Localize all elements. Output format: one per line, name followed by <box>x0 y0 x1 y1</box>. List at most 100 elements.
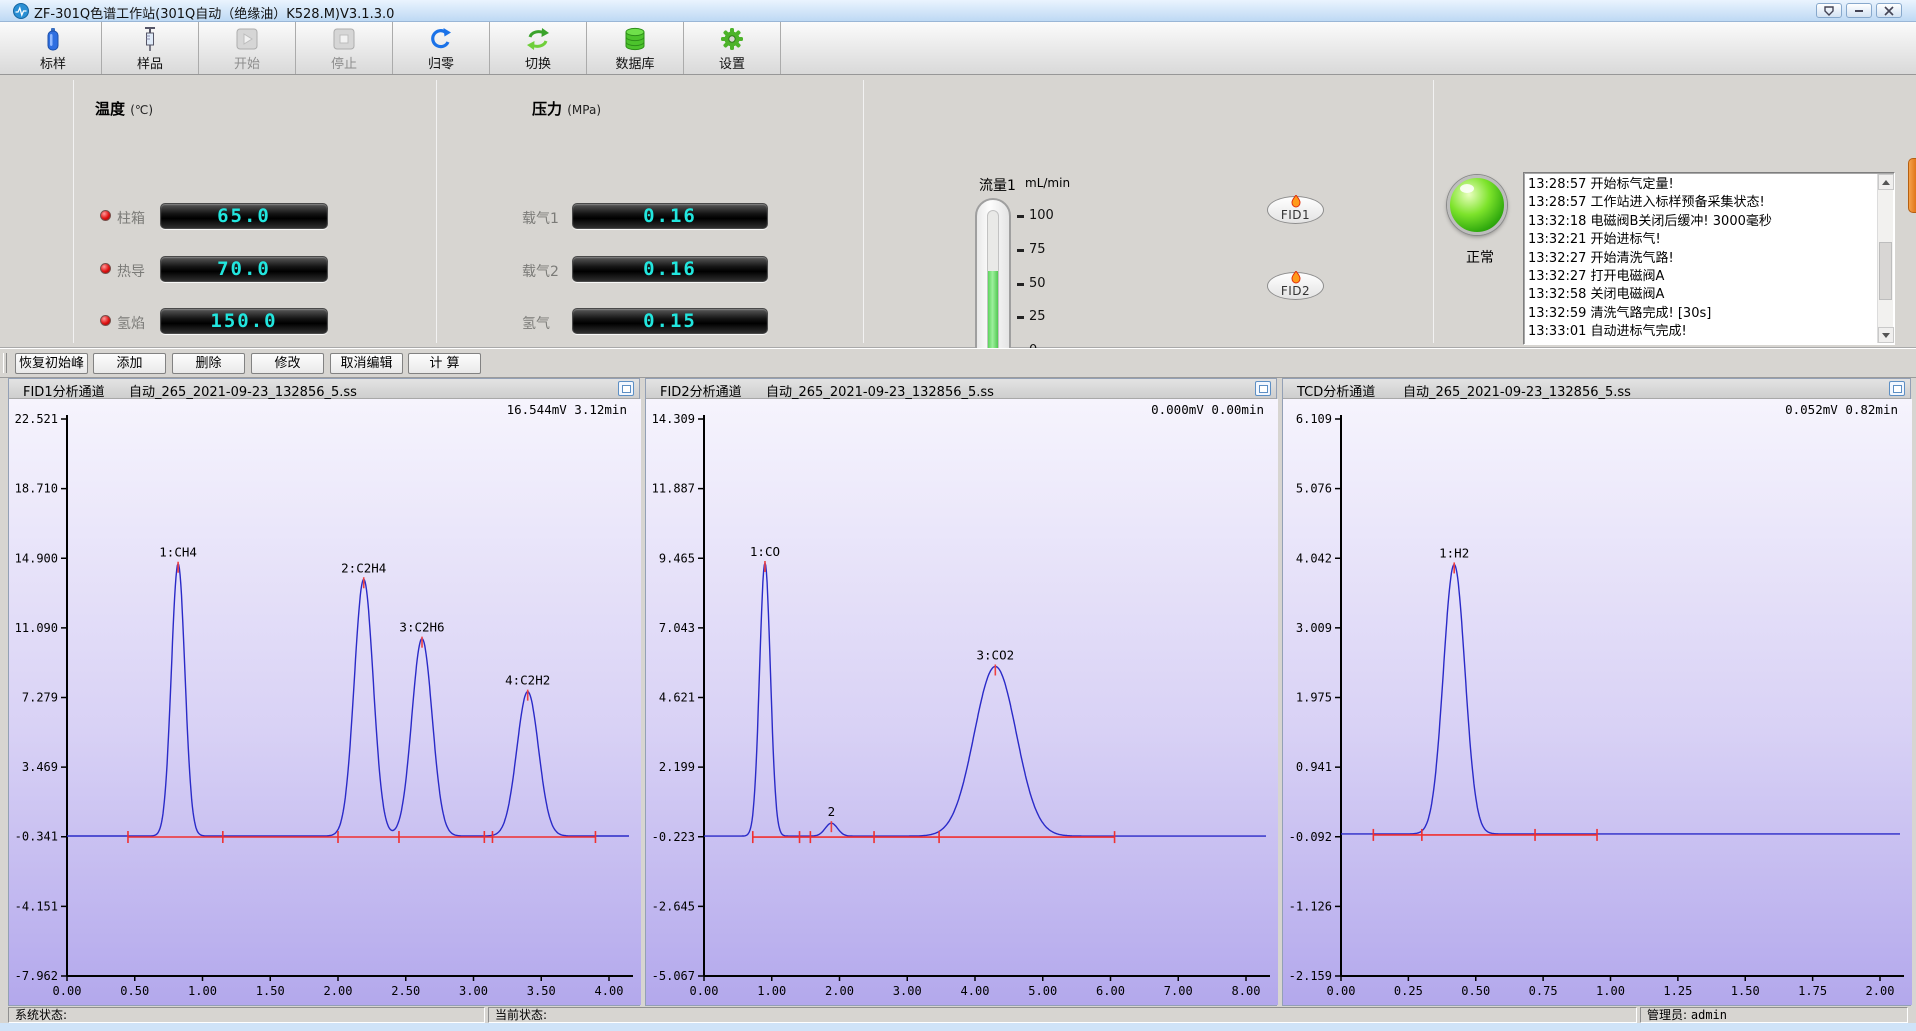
toolbar-item-label: 归零 <box>393 53 489 72</box>
toolbar-gripper[interactable] <box>3 353 7 373</box>
svg-text:1.25: 1.25 <box>1663 984 1692 998</box>
chart-corner-readout: 16.544mV 3.12min <box>507 402 627 417</box>
toolbar-item-label: 停止 <box>296 53 392 72</box>
edit-button-2[interactable]: 添加 <box>93 353 166 374</box>
scroll-up-icon[interactable] <box>1878 174 1894 190</box>
chart-filename: 自动_265_2021-09-23_132856_5.ss <box>766 381 994 400</box>
pin-tray-icon[interactable] <box>1816 3 1842 18</box>
toolbar-stop-button[interactable]: 停止 <box>296 22 393 74</box>
svg-text:0.941: 0.941 <box>1296 760 1332 774</box>
edit-button-6[interactable]: 计 算 <box>408 353 481 374</box>
log-line: 13:33:01 自动进标气完成! <box>1528 323 1874 341</box>
flame-icon <box>1268 271 1323 284</box>
svg-text:6.00: 6.00 <box>1096 984 1125 998</box>
chart-panel-tcd: TCD分析通道自动_265_2021-09-23_132856_5.ss0.05… <box>1282 378 1911 1006</box>
pressure-label: 载气2 <box>522 261 559 281</box>
instrument-panel: 温度 (℃) 柱箱 65.0 热导 70.0 氢焰 150.0 转化 361.0… <box>0 75 1916 348</box>
toolbar-database-button[interactable]: 数据库 <box>587 22 684 74</box>
section-divider <box>863 80 864 343</box>
toolbar-zero-button[interactable]: 归零 <box>393 22 490 74</box>
temp-label: 柱箱 <box>117 208 145 228</box>
svg-text:3.50: 3.50 <box>527 984 556 998</box>
detector-badge-fid1[interactable]: FID1 <box>1267 196 1324 224</box>
toolbar-switch-button[interactable]: 切换 <box>490 22 587 74</box>
pressure-display-hydrogen: 0.15 <box>572 308 768 334</box>
log-line: 13:32:59 清洗气路完成! [30s] <box>1528 305 1874 323</box>
chart-title: TCD分析通道 <box>1297 381 1375 400</box>
svg-text:3.469: 3.469 <box>22 760 58 774</box>
log-line: 13:28:57 工作站进入标样预备采集状态! <box>1528 194 1874 212</box>
pressure-label: 氢气 <box>522 313 550 333</box>
minimize-icon[interactable] <box>1846 3 1872 18</box>
svg-text:18.710: 18.710 <box>15 482 58 496</box>
scroll-down-icon[interactable] <box>1878 327 1894 343</box>
gas-cylinder-icon <box>5 25 101 53</box>
status-light-green <box>1447 175 1507 235</box>
svg-text:-7.962: -7.962 <box>15 969 58 983</box>
edit-button-1[interactable]: 恢复初始峰 <box>15 353 88 374</box>
admin-label: 管理员: <box>1647 1008 1687 1022</box>
temp-display-fid: 150.0 <box>160 308 328 334</box>
chart-panel-fid1: FID1分析通道自动_265_2021-09-23_132856_5.ss16.… <box>8 378 640 1006</box>
pressure-unit: (MPa) <box>567 103 601 117</box>
svg-text:2.00: 2.00 <box>825 984 854 998</box>
scrollbar-thumb[interactable] <box>1879 242 1892 300</box>
pressure-display-carrier1: 0.16 <box>572 203 768 229</box>
log-line: 13:32:58 关闭电磁阀A <box>1528 286 1874 304</box>
close-icon[interactable] <box>1876 3 1902 18</box>
edit-button-4[interactable]: 修改 <box>251 353 324 374</box>
svg-text:7.279: 7.279 <box>22 691 58 705</box>
svg-text:6.109: 6.109 <box>1296 412 1332 426</box>
gauge-tick-label: 75 <box>1029 242 1046 257</box>
edit-button-3[interactable]: 删除 <box>172 353 245 374</box>
maximize-chart-icon[interactable] <box>618 381 634 396</box>
switch-icon <box>490 25 586 53</box>
pressure-row-carrier2: 载气2 0.16 <box>522 256 772 282</box>
chart-title: FID1分析通道 <box>23 381 105 400</box>
temp-label: 热导 <box>117 261 145 281</box>
toolbar-sample-button[interactable]: 样品 <box>102 22 199 74</box>
titlebar: ZF-301Q色谱工作站(301Q自动（绝缘油）K528.M)V3.1.3.0 <box>0 0 1916 22</box>
event-log[interactable]: 13:28:57 开始标气定量!13:28:57 工作站进入标样预备采集状态! 1… <box>1523 172 1895 345</box>
temperature-section-title: 温度 (℃) <box>95 98 153 119</box>
pressure-display-carrier2: 0.16 <box>572 256 768 282</box>
maximize-chart-icon[interactable] <box>1889 381 1905 396</box>
log-line: 13:28:57 开始标气定量! <box>1528 176 1874 194</box>
toolbar-standard-sample-button[interactable]: 标样 <box>5 22 102 74</box>
edit-button-5[interactable]: 取消编辑 <box>330 353 403 374</box>
svg-text:1.00: 1.00 <box>188 984 217 998</box>
window-bottom-edge <box>0 1023 1916 1031</box>
detector-label: FID2 <box>1268 284 1323 298</box>
chart-header: TCD分析通道 自动_265_2021-09-23_132856_5.ss <box>1283 379 1910 399</box>
svg-text:-5.067: -5.067 <box>652 969 695 983</box>
svg-text:0.00: 0.00 <box>690 984 719 998</box>
peak-label: 4:C2H2 <box>505 673 550 688</box>
side-panel-handle[interactable] <box>1908 158 1916 213</box>
gear-icon <box>684 25 780 53</box>
temperature-unit: (℃) <box>130 103 153 117</box>
toolbar-start-button[interactable]: 开始 <box>199 22 296 74</box>
detector-badge-fid2[interactable]: FID2 <box>1267 272 1324 300</box>
chart-title: FID2分析通道 <box>660 381 742 400</box>
section-divider <box>73 80 74 343</box>
maximize-chart-icon[interactable] <box>1255 381 1271 396</box>
flow-gauge-label: 流量1 <box>979 175 1016 195</box>
svg-text:2.50: 2.50 <box>391 984 420 998</box>
svg-text:2.00: 2.00 <box>1866 984 1895 998</box>
toolbar-settings-button[interactable]: 设置 <box>684 22 781 74</box>
app-logo-icon <box>13 3 29 19</box>
svg-text:-0.092: -0.092 <box>1289 830 1332 844</box>
gauge-tick <box>1017 316 1024 319</box>
flow-gauge-unit: mL/min <box>1025 176 1070 190</box>
peak-label: 1:H2 <box>1439 545 1469 560</box>
temp-row-oven: 柱箱 65.0 <box>100 203 330 229</box>
svg-text:0.00: 0.00 <box>1327 984 1356 998</box>
svg-text:3.009: 3.009 <box>1296 621 1332 635</box>
red-led-icon <box>100 263 111 274</box>
svg-text:4.00: 4.00 <box>961 984 990 998</box>
log-scrollbar[interactable] <box>1877 174 1893 343</box>
window-title: ZF-301Q色谱工作站(301Q自动（绝缘油）K528.M)V3.1.3.0 <box>34 3 394 22</box>
chart-filename: 自动_265_2021-09-23_132856_5.ss <box>1403 381 1631 400</box>
toolbar-item-label: 标样 <box>5 53 101 72</box>
detector-label: FID1 <box>1268 208 1323 222</box>
